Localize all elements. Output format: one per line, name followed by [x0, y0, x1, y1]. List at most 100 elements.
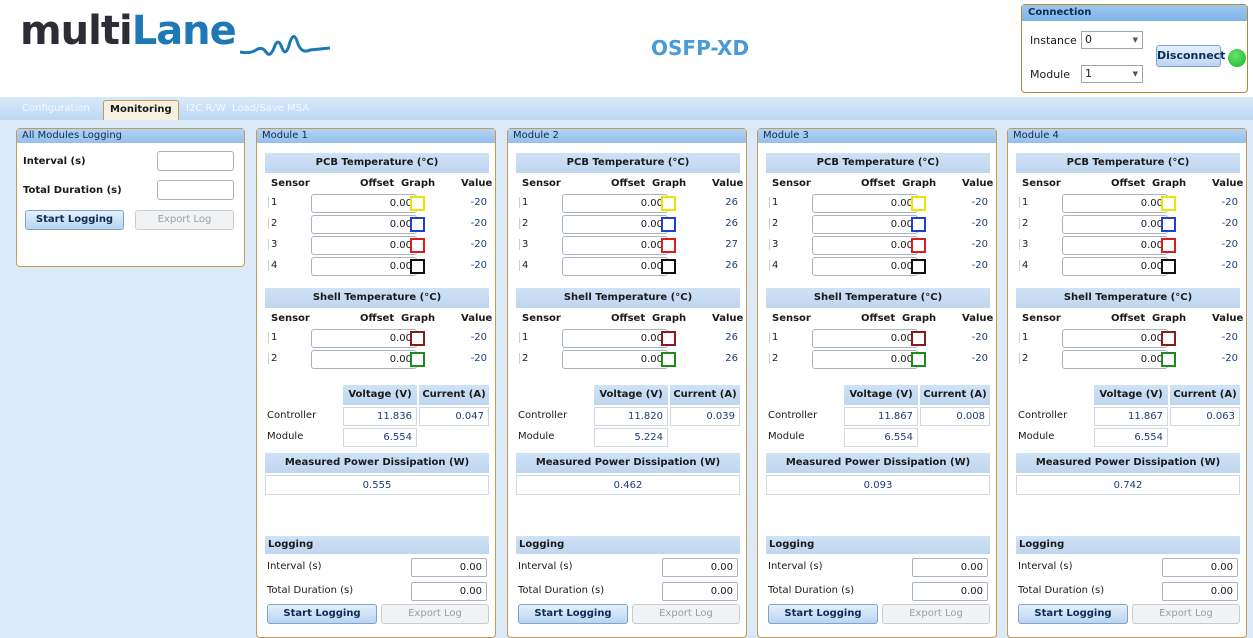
offset-input[interactable]: 0.00 — [1062, 215, 1168, 234]
shell-temperature-header: Shell Temperature (°C) — [766, 288, 990, 308]
offset-input[interactable]: 0.00 — [562, 350, 668, 369]
offset-input[interactable]: 0.00 — [1062, 194, 1168, 213]
log-interval-input[interactable]: 0.00 — [662, 558, 738, 577]
log-interval-input[interactable]: 0.00 — [411, 558, 487, 577]
graph-color-toggle[interactable] — [911, 217, 926, 232]
offset-input[interactable]: 0.00 — [562, 257, 668, 276]
graph-color-toggle[interactable] — [410, 217, 425, 232]
logging-header: Logging — [766, 536, 990, 554]
graph-color-toggle[interactable] — [911, 259, 926, 274]
offset-input[interactable]: 0.00 — [1062, 329, 1168, 348]
graph-color-toggle[interactable] — [661, 217, 676, 232]
tab-configuration[interactable]: Configuration — [22, 100, 90, 120]
offset-input[interactable]: 0.00 — [812, 215, 918, 234]
logo-text-main: multi — [20, 8, 133, 54]
offset-input[interactable]: 0.00 — [562, 194, 668, 213]
offset-input[interactable]: 0.00 — [311, 236, 417, 255]
offset-input[interactable]: 0.00 — [812, 329, 918, 348]
graph-color-toggle[interactable] — [661, 259, 676, 274]
offset-column-header: Offset — [360, 178, 395, 189]
all-modules-logging-panel: All Modules Logging Interval (s) Total D… — [16, 128, 245, 267]
graph-color-toggle[interactable] — [1161, 217, 1176, 232]
log-duration-input[interactable]: 0.00 — [411, 582, 487, 601]
graph-color-toggle[interactable] — [410, 259, 425, 274]
graph-color-toggle[interactable] — [911, 196, 926, 211]
graph-color-toggle[interactable] — [410, 196, 425, 211]
graph-column-header: Graph — [652, 313, 687, 324]
graph-color-toggle[interactable] — [1161, 331, 1176, 346]
log-interval-input[interactable]: 0.00 — [1162, 558, 1238, 577]
graph-color-toggle[interactable] — [1161, 196, 1176, 211]
pcb-sensor-row: 3 0.00 -20 — [766, 235, 990, 256]
graph-color-toggle[interactable] — [1161, 238, 1176, 253]
app-header: multiLane OSFP-XD Connection Instance 0 … — [0, 0, 1253, 97]
tab-load-save-msa[interactable]: Load/Save MSA — [232, 100, 309, 120]
offset-input[interactable]: 0.00 — [562, 215, 668, 234]
graph-color-toggle[interactable] — [661, 196, 676, 211]
value-column-header: Value — [461, 313, 493, 324]
log-duration-input[interactable]: 0.00 — [1162, 582, 1238, 601]
offset-input[interactable]: 0.00 — [1062, 350, 1168, 369]
controller-label: Controller — [1018, 410, 1068, 421]
all-start-logging-button[interactable]: Start Logging — [25, 210, 124, 230]
pcb-sensor-row: 4 0.00 26 — [516, 256, 740, 277]
module-select[interactable]: 1 ▼ — [1081, 65, 1143, 83]
offset-input[interactable]: 0.00 — [562, 329, 668, 348]
sensor-value: -20 — [470, 239, 487, 250]
offset-input[interactable]: 0.00 — [812, 236, 918, 255]
sensor-number: 1 — [519, 332, 528, 343]
pcb-sensor-row: 2 0.00 -20 — [1016, 214, 1240, 235]
offset-input[interactable]: 0.00 — [311, 350, 417, 369]
export-log-button[interactable]: Export Log — [1132, 604, 1240, 624]
graph-color-toggle[interactable] — [410, 331, 425, 346]
start-logging-button[interactable]: Start Logging — [768, 604, 878, 624]
offset-input[interactable]: 0.00 — [311, 329, 417, 348]
instance-select[interactable]: 0 ▼ — [1081, 31, 1143, 49]
log-duration-input[interactable]: 0.00 — [662, 582, 738, 601]
graph-color-toggle[interactable] — [661, 238, 676, 253]
offset-input[interactable]: 0.00 — [1062, 257, 1168, 276]
graph-color-toggle[interactable] — [1161, 352, 1176, 367]
offset-input[interactable]: 0.00 — [812, 350, 918, 369]
all-duration-input[interactable] — [157, 180, 234, 200]
export-log-button[interactable]: Export Log — [381, 604, 489, 624]
all-export-log-button[interactable]: Export Log — [135, 210, 234, 230]
graph-color-toggle[interactable] — [410, 352, 425, 367]
start-logging-button[interactable]: Start Logging — [267, 604, 377, 624]
module-label: Module — [1030, 68, 1070, 81]
offset-input[interactable]: 0.00 — [812, 257, 918, 276]
graph-color-toggle[interactable] — [410, 238, 425, 253]
start-logging-button[interactable]: Start Logging — [518, 604, 628, 624]
log-interval-label: Interval (s) — [267, 561, 322, 572]
graph-color-toggle[interactable] — [661, 352, 676, 367]
disconnect-button[interactable]: Disconnect — [1156, 45, 1225, 67]
all-interval-input[interactable] — [157, 151, 234, 171]
graph-color-toggle[interactable] — [911, 331, 926, 346]
offset-input[interactable]: 0.00 — [562, 236, 668, 255]
graph-color-toggle[interactable] — [911, 352, 926, 367]
tab-monitoring[interactable]: Monitoring — [103, 100, 179, 120]
start-logging-button[interactable]: Start Logging — [1018, 604, 1128, 624]
sensor-number: 3 — [519, 239, 528, 250]
voltage-header: Voltage (V) — [594, 385, 668, 405]
shell-sensor-row: 1 0.00 -20 — [265, 328, 489, 349]
export-log-button[interactable]: Export Log — [882, 604, 990, 624]
offset-input[interactable]: 0.00 — [311, 257, 417, 276]
module-voltage-label: Module — [768, 431, 805, 442]
sensor-number: 1 — [519, 197, 528, 208]
log-interval-input[interactable]: 0.00 — [912, 558, 988, 577]
offset-input[interactable]: 0.00 — [311, 194, 417, 213]
offset-column-header: Offset — [611, 178, 646, 189]
graph-color-toggle[interactable] — [911, 238, 926, 253]
offset-input[interactable]: 0.00 — [1062, 236, 1168, 255]
export-log-button[interactable]: Export Log — [632, 604, 740, 624]
graph-color-toggle[interactable] — [1161, 259, 1176, 274]
log-duration-input[interactable]: 0.00 — [912, 582, 988, 601]
pcb-sensor-row: 2 0.00 -20 — [265, 214, 489, 235]
offset-input[interactable]: 0.00 — [812, 194, 918, 213]
sensor-number: 2 — [519, 353, 528, 364]
graph-color-toggle[interactable] — [661, 331, 676, 346]
offset-input[interactable]: 0.00 — [311, 215, 417, 234]
tab-i2c-rw[interactable]: I2C R/W — [186, 100, 226, 120]
sensor-number: 1 — [769, 332, 778, 343]
